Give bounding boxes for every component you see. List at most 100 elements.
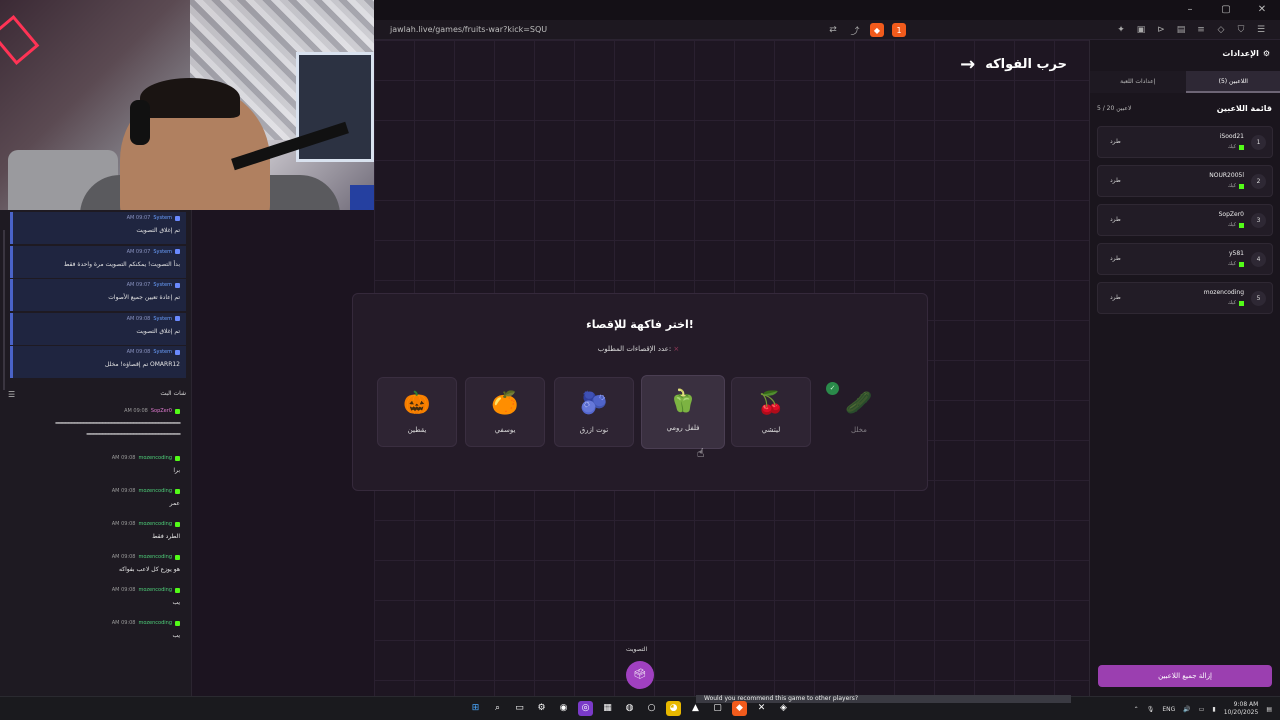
chat-menu-icon[interactable]: ☰	[8, 390, 15, 399]
close-button[interactable]: ✕	[1244, 0, 1280, 20]
kick-badge-icon	[175, 455, 180, 461]
kick-icon	[1239, 300, 1244, 306]
player-name: SopZer0	[1218, 211, 1244, 218]
microphone-icon[interactable]: 🎙	[1147, 706, 1155, 713]
chevron-up-icon[interactable]: ⌃	[1134, 706, 1139, 713]
kick-icon	[1239, 222, 1244, 228]
message-user[interactable]: mozencoding	[138, 620, 172, 626]
message-user[interactable]: mozencoding	[138, 587, 172, 593]
dialog-title: اختر فاكهة للإقصاء!	[586, 318, 694, 331]
notifications-icon[interactable]: ▤	[1266, 706, 1272, 713]
message-user[interactable]: mozencoding	[138, 455, 172, 461]
lychee-icon: 🍒	[757, 391, 785, 416]
minimize-button[interactable]: –	[1172, 0, 1208, 20]
shield-icon[interactable]: ⛉	[1234, 23, 1248, 37]
discord-icon[interactable]: ◎	[578, 701, 593, 716]
player-platform: كيك	[1227, 261, 1236, 267]
screen: – ▢ ✕ jawlah.live/games/fruits-war?kick=…	[0, 0, 1280, 720]
elimination-count-label: عدد الإقصاءات المطلوب:	[597, 345, 672, 353]
fruit-option-bell-pepper[interactable]: 🫑 فلفل رومي	[641, 375, 725, 449]
fruit-label: فلفل رومي	[666, 424, 700, 432]
obs-icon[interactable]: ◍	[622, 701, 637, 716]
message-user: System	[153, 315, 172, 322]
bookmarks-icon[interactable]: ≡	[1194, 23, 1208, 37]
extension-icons: ✦ ▣ ⊳ ▤ ≡ ◇ ⛉ ☰	[1114, 23, 1268, 37]
settings-app-icon[interactable]: ⚙	[534, 701, 549, 716]
player-platform: كيك	[1227, 222, 1236, 228]
chrome-icon[interactable]: ◕	[666, 701, 681, 716]
translate-icon[interactable]: ⇄	[826, 23, 840, 37]
tab-players[interactable]: اللاعبين (5)	[1185, 71, 1280, 93]
kick-badge-icon	[175, 620, 180, 626]
vscode-icon[interactable]: ◈	[776, 701, 791, 716]
windows-start-icon[interactable]: ⊞	[468, 701, 483, 716]
search-icon[interactable]: ⌕	[490, 701, 505, 716]
sidebar-icon[interactable]: ▤	[1174, 23, 1188, 37]
brave-browser-icon[interactable]: ◆	[732, 701, 747, 716]
maximize-button[interactable]: ▢	[1208, 0, 1244, 20]
player-number: 3	[1251, 213, 1266, 228]
capcut-icon[interactable]: ✕	[754, 701, 769, 716]
share-icon[interactable]: ⤴	[848, 23, 862, 37]
message-user[interactable]: mozencoding	[138, 521, 172, 527]
menu-icon[interactable]: ☰	[1254, 23, 1268, 37]
arrow-right-icon[interactable]: →	[960, 54, 975, 75]
file-explorer-icon[interactable]: ▭	[512, 701, 527, 716]
fruit-option-lychee[interactable]: 🍒 ليتشي	[731, 377, 811, 447]
kick-player-button[interactable]: طرد	[1110, 294, 1121, 301]
adobe-icon[interactable]: ▲	[688, 701, 703, 716]
wallet-icon[interactable]: ◇	[1214, 23, 1228, 37]
battery-icon[interactable]: ▮	[1212, 706, 1215, 713]
player-name: y581	[1228, 250, 1244, 257]
screenshot-icon[interactable]: ▣	[1134, 23, 1148, 37]
volume-icon[interactable]: 🔊	[1183, 706, 1190, 713]
player-number: 2	[1251, 174, 1266, 189]
window-controls: – ▢ ✕	[1172, 0, 1280, 20]
steam-icon[interactable]: ◉	[556, 701, 571, 716]
address-bar[interactable]: jawlah.live/games/fruits-war?kick=SQU ⇄ …	[374, 20, 1280, 40]
player-status: كيك	[1228, 261, 1244, 267]
network-icon[interactable]: ▭	[1199, 706, 1205, 713]
fruit-label: يوسفي	[494, 426, 516, 434]
store-icon[interactable]: ▢	[710, 701, 725, 716]
message-text: برا	[173, 467, 180, 474]
message-user[interactable]: mozencoding	[138, 554, 172, 560]
message-user[interactable]: SopZer0	[151, 408, 172, 414]
stream-chat-panel: AM 09:07 System تم إغلاق التصويت AM 09:07…	[0, 210, 192, 696]
message-user: System	[153, 349, 172, 355]
eliminate-fruit-dialog: اختر فاكهة للإقصاء! عدد الإقصاءات المطلو…	[352, 293, 928, 491]
kick-player-button[interactable]: طرد	[1110, 138, 1121, 145]
message-time: AM 09:07	[126, 248, 151, 255]
webcam-overlay	[0, 0, 374, 210]
brave-shields-icon[interactable]: ◆	[870, 23, 884, 37]
settings-title: الإعدادات	[1222, 49, 1259, 58]
language-indicator[interactable]: ENG	[1162, 706, 1175, 713]
clock[interactable]: 9:08 AM 10/20/2025	[1224, 701, 1259, 717]
url-text[interactable]: jawlah.live/games/fruits-war?kick=SQU	[390, 25, 547, 34]
system-badge-icon	[175, 282, 180, 288]
pin-icon[interactable]: ⊳	[1154, 23, 1168, 37]
message-text: الطرد فقط	[152, 533, 180, 540]
kick-badge-icon	[175, 554, 180, 560]
tangerine-icon: 🍊	[491, 391, 519, 416]
tab-game-settings[interactable]: إعدادات اللعبة	[1090, 71, 1186, 93]
message-text: ━━━━━━━━━━━━━━━━━━━━━━━━━━━━━━━━━━━━━━━━	[55, 420, 181, 427]
kick-player-button[interactable]: طرد	[1110, 177, 1121, 184]
vote-button[interactable]: 🗳	[626, 661, 654, 689]
system-message: AM 09:08 System تم إغلاق التصويت	[10, 312, 186, 345]
remove-all-players-button[interactable]: إزالة جميع اللاعبين	[1098, 665, 1272, 687]
brave-rewards-icon[interactable]: 1	[892, 23, 906, 37]
fruit-option-pumpkin[interactable]: 🎃 يقطين	[377, 377, 457, 447]
chat-scrollbar[interactable]	[3, 230, 5, 390]
cortana-icon[interactable]: ○	[644, 701, 659, 716]
message-user[interactable]: mozencoding	[138, 488, 172, 494]
kick-badge-icon	[175, 521, 180, 527]
fruit-option-tangerine[interactable]: 🍊 يوسفي	[465, 377, 545, 447]
kick-player-button[interactable]: طرد	[1110, 255, 1121, 262]
calculator-icon[interactable]: ▦	[600, 701, 615, 716]
webcam-blue-object	[350, 185, 374, 210]
fruit-option-blueberry[interactable]: 🫐 توت ازرق	[554, 377, 634, 447]
kick-player-button[interactable]: طرد	[1110, 216, 1121, 223]
message-time: AM 09:08	[111, 521, 136, 527]
extension-icon[interactable]: ✦	[1114, 23, 1128, 37]
